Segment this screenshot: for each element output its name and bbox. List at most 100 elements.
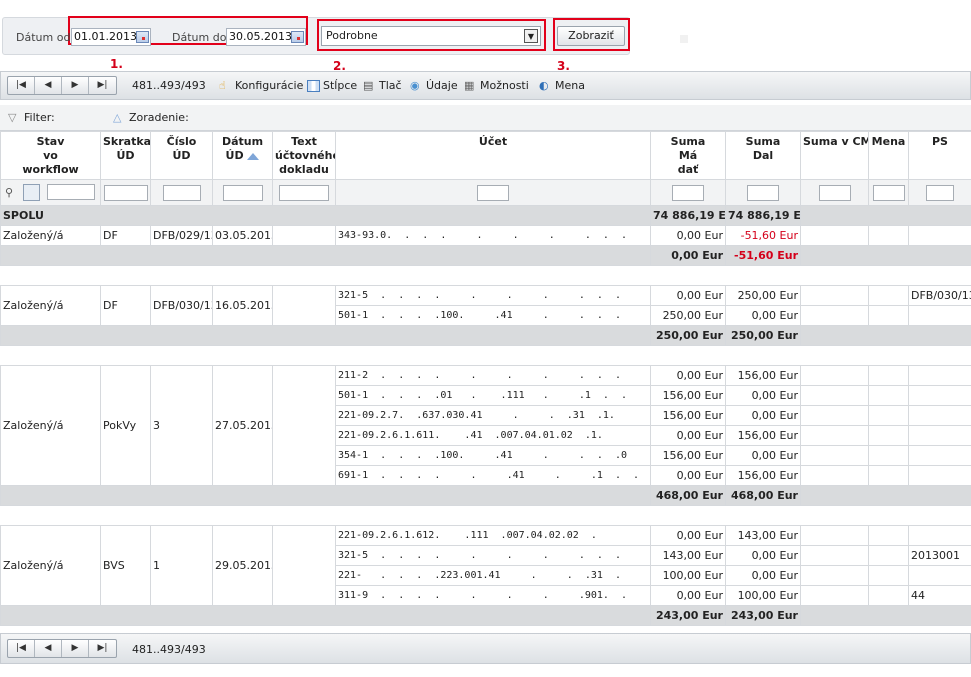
table-row[interactable]: Založený/á DF DFB/029/13 03.05.2013 343-93.0… [0, 225, 971, 246]
cell-text [272, 285, 336, 326]
cell-cislo: DFB/030/13 [150, 285, 213, 326]
col-suma-ma[interactable]: Suma Má dať [650, 131, 726, 180]
cell-ucet: 501-1 . . . .100. .41 . . . . [335, 305, 651, 326]
currency-icon: ◐ [539, 78, 549, 92]
cell-ma: 143,00 Eur [650, 545, 726, 566]
col-cislo[interactable]: Číslo ÚD [150, 131, 213, 180]
options-label: Možnosti [480, 79, 529, 92]
print-label: Tlač [379, 79, 402, 92]
col-suma-cm[interactable]: Suma v CM [800, 131, 869, 180]
cell-ma: 250,00 Eur [650, 305, 726, 326]
chevron-down-icon[interactable]: ▼ [524, 29, 538, 43]
group-spacer [0, 505, 971, 526]
cell-ucet: 691-1 . . . . . .41 . .1 . . [335, 465, 651, 486]
cell-dal: 0,00 Eur [725, 405, 801, 426]
calendar-icon[interactable] [136, 31, 149, 43]
calendar-icon[interactable] [291, 31, 304, 43]
prev-page-button[interactable]: ◀ [35, 77, 62, 94]
cell-mena [868, 425, 909, 446]
prev-page-button[interactable]: ◀ [35, 640, 62, 657]
show-button[interactable]: Zobraziť [557, 26, 625, 46]
col-mena[interactable]: Mena [868, 131, 909, 180]
cell-ps [908, 405, 971, 426]
col-ps[interactable]: PS [908, 131, 971, 180]
clear-filter-icon[interactable] [23, 184, 40, 201]
col-ucet[interactable]: Účet [335, 131, 651, 180]
filter-input-ps[interactable] [926, 184, 954, 201]
print-button[interactable]: ▤ Tlač [363, 79, 402, 92]
filter-sort-bar: ▽ Filter: △ Zoradenie: [0, 105, 971, 131]
total-ma: 74 886,19 Eur [650, 205, 726, 226]
cell-ucet: 343-93.0. . . . . . . . . . [335, 225, 651, 246]
group-sum-ma: 468,00 Eur [650, 485, 726, 506]
options-button[interactable]: ▦ Možnosti [464, 79, 529, 92]
table-row[interactable]: Založený/á PokVy 3 27.05.2013 211-2 . . . . … [0, 365, 971, 486]
total-row: SPOLU 74 886,19 Eur 74 886,19 Eur [0, 205, 971, 226]
cell-text [272, 225, 336, 246]
columns-button[interactable]: Stĺpce [307, 79, 357, 92]
col-text[interactable]: Text účtovného dokladu [272, 131, 336, 180]
table-row[interactable]: Založený/á DF DFB/030/13 16.05.2013 321-5 . … [0, 285, 971, 326]
cell-suma-cm [800, 545, 869, 566]
filter-input-ucet[interactable] [477, 184, 509, 201]
cell-dal: -51,60 Eur [725, 225, 801, 246]
cell-mena [868, 225, 909, 246]
last-page-button[interactable]: ▶| [89, 77, 116, 94]
filter-input-text[interactable] [279, 184, 329, 201]
cell-datum: 27.05.2013 [212, 365, 273, 486]
configurations-label: Konfigurácie [235, 79, 304, 92]
group-spacer [0, 345, 971, 366]
currency-button[interactable]: ◐ Mena [539, 79, 585, 92]
filter-input-skratka[interactable] [103, 184, 148, 201]
first-page-button[interactable]: |◀ [8, 77, 35, 94]
table-row[interactable]: Založený/á BVS 1 29.05.2013 221-09.2.6.1.612… [0, 525, 971, 606]
cell-stav: Založený/á [0, 225, 101, 246]
search-icon[interactable]: ⚲ [5, 186, 13, 199]
cell-ps [908, 305, 971, 326]
cell-ma: 0,00 Eur [650, 285, 726, 306]
col-datum[interactable]: Dátum ÚD [212, 131, 273, 180]
currency-label: Mena [555, 79, 585, 92]
filter-input-stav[interactable] [47, 184, 95, 200]
decorative-square [680, 35, 688, 43]
filter-input-datum[interactable] [222, 184, 263, 201]
filter-input-suma-cm[interactable] [818, 184, 851, 201]
filter-input-cislo[interactable] [162, 184, 201, 201]
view-select[interactable]: Podrobne ▼ [321, 26, 541, 46]
cell-ps [908, 565, 971, 586]
next-page-button[interactable]: ▶ [62, 640, 89, 657]
filter-input-mena[interactable] [872, 184, 905, 201]
bottom-pager-bar: |◀ ◀ ▶ ▶| 481..493/493 [0, 633, 971, 664]
cell-skratka: DF [100, 285, 151, 326]
header-row: Stav vo workflow Skratka ÚD Číslo ÚD Dátum ÚD… [0, 131, 971, 180]
cell-mena [868, 305, 909, 326]
filter-input-suma-dal[interactable] [747, 184, 779, 201]
data-button[interactable]: ◉ Údaje [410, 79, 458, 92]
cell-datum: 29.05.2013 [212, 525, 273, 606]
cell-dal: 0,00 Eur [725, 305, 801, 326]
cell-suma-cm [800, 385, 869, 406]
cell-datum: 03.05.2013 [212, 225, 273, 246]
filter-toggle[interactable]: ▽ Filter: [8, 111, 55, 124]
sort-toggle[interactable]: △ Zoradenie: [113, 111, 189, 124]
group-spacer [0, 265, 971, 286]
cell-ps: 2013001 [908, 545, 971, 566]
cell-ucet: 501-1 . . . .01 . .111 . .1 . . [335, 385, 651, 406]
pager: |◀ ◀ ▶ ▶| [7, 76, 117, 95]
first-page-button[interactable]: |◀ [8, 640, 35, 657]
next-page-button[interactable]: ▶ [62, 77, 89, 94]
filter-input-suma-ma[interactable] [672, 184, 704, 201]
cell-ps [908, 365, 971, 386]
last-page-button[interactable]: ▶| [89, 640, 116, 657]
col-suma-dal[interactable]: Suma Dal [725, 131, 801, 180]
filter-label: Filter: [24, 111, 55, 124]
cell-suma-cm [800, 445, 869, 466]
cell-skratka: PokVy [100, 365, 151, 486]
col-stav[interactable]: Stav vo workflow [0, 131, 101, 180]
funnel-icon: ▽ [8, 110, 17, 124]
col-skratka[interactable]: Skratka ÚD [100, 131, 151, 180]
cell-text [272, 525, 336, 606]
cell-dal: 156,00 Eur [725, 425, 801, 446]
columns-label: Stĺpce [323, 79, 358, 92]
configurations-button[interactable]: ☝ Konfigurácie [219, 79, 303, 92]
